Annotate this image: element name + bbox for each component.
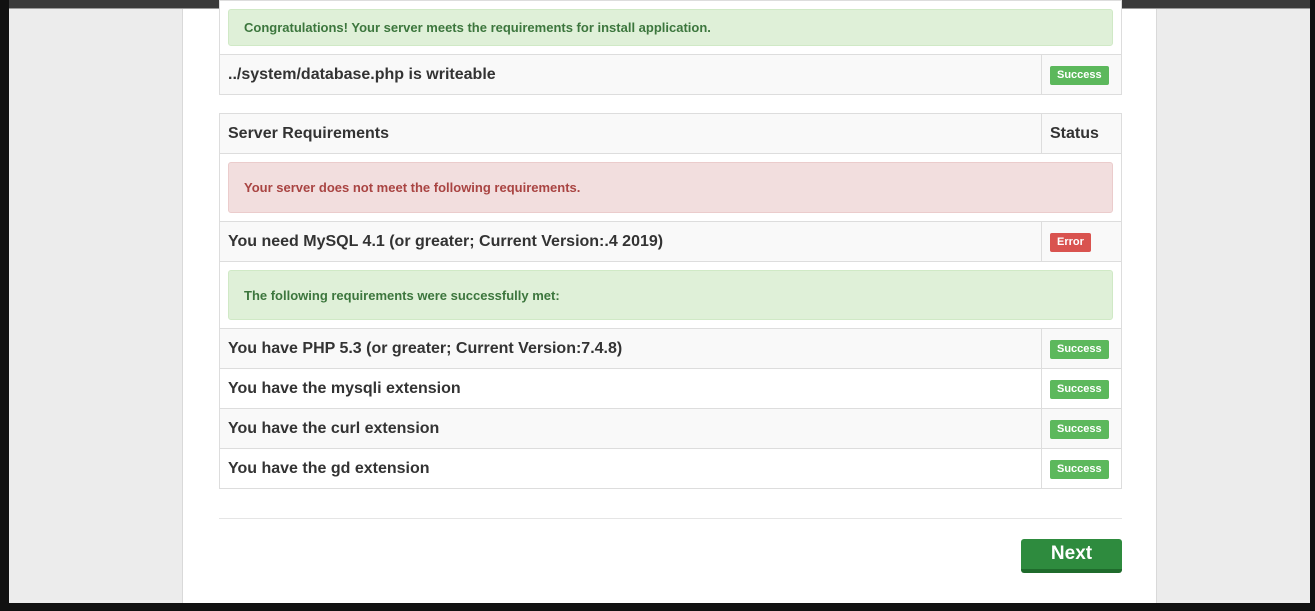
writeable-table: Congratulations! Your server meets the r… [219, 0, 1122, 95]
server-requirements-table: Server Requirements Status Your server d… [219, 113, 1122, 489]
congratulations-text: Congratulations! Your server meets the r… [244, 20, 711, 35]
status-badge: Success [1050, 65, 1109, 85]
window-bottom-border [0, 603, 1315, 611]
requirements-met-text: The following requirements were successf… [244, 287, 560, 303]
status-column-header: Status [1041, 113, 1122, 154]
table-row: You have PHP 5.3 (or greater; Current Ve… [219, 328, 1042, 369]
install-page: Congratulations! Your server meets the r… [182, 0, 1157, 603]
table-row: You have the mysqli extension [219, 368, 1042, 409]
window-left-border [0, 0, 9, 611]
table-row: You have the gd extension [219, 448, 1042, 489]
status-badge: Success [1050, 459, 1109, 479]
table-row: You have the curl extension [219, 408, 1042, 449]
requirements-not-met-text: Your server does not meet the following … [244, 180, 581, 195]
next-button[interactable]: Next [1021, 539, 1122, 573]
status-badge: Success [1050, 339, 1109, 359]
status-badge: Success [1050, 379, 1109, 399]
requirement-column-header: Server Requirements [219, 113, 1042, 154]
writeable-row-text: ../system/database.php is writeable [219, 54, 1042, 95]
table-row: You need MySQL 4.1 (or greater; Current … [219, 221, 1042, 262]
status-badge: Error [1050, 232, 1091, 252]
window-right-border [1310, 0, 1315, 611]
status-badge: Success [1050, 419, 1109, 439]
divider [219, 518, 1122, 519]
requirements-met-alert: The following requirements were successf… [228, 270, 1113, 320]
requirements-not-met-alert: Your server does not meet the following … [228, 162, 1113, 213]
congratulations-alert: Congratulations! Your server meets the r… [228, 9, 1113, 46]
